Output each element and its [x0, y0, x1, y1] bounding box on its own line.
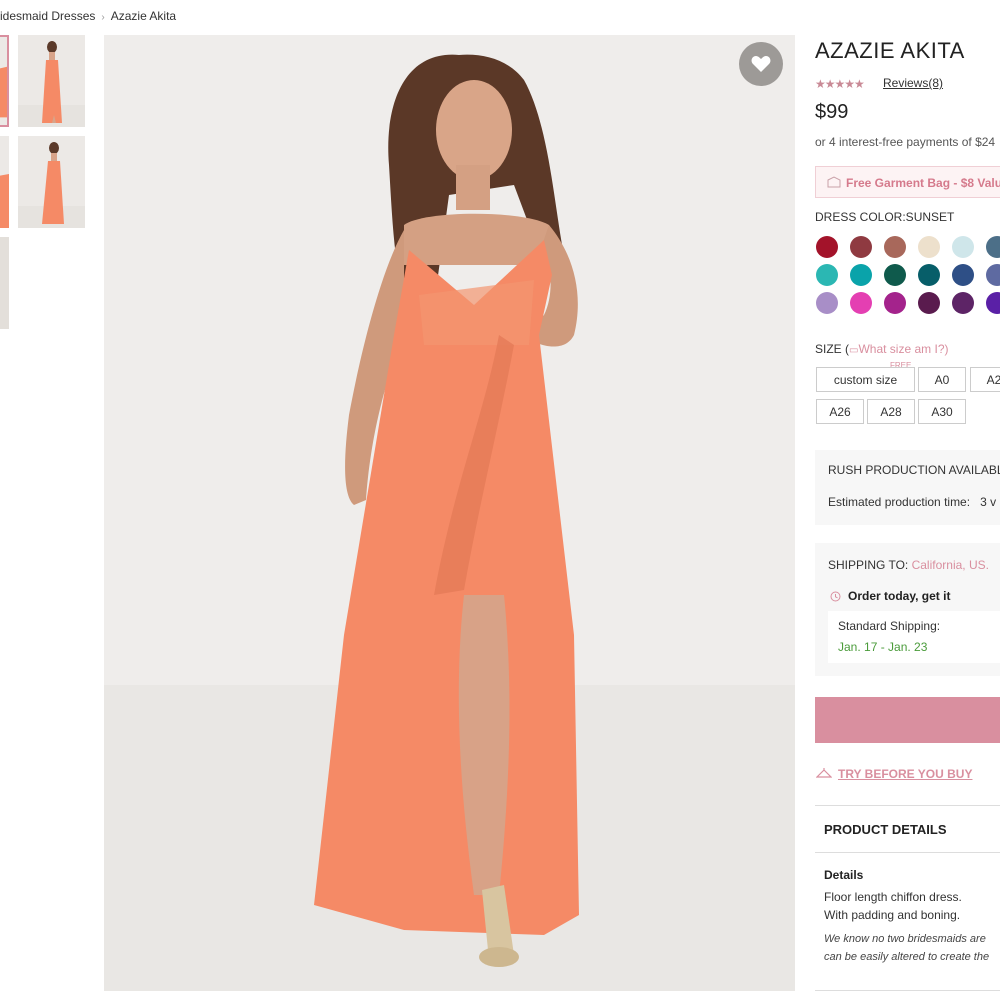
- thumbnail-1[interactable]: [0, 35, 9, 127]
- add-to-bag-button[interactable]: [815, 697, 1000, 743]
- product-price: $99: [815, 101, 849, 123]
- breadcrumb-separator-icon: ›: [101, 12, 105, 23]
- color-swatch[interactable]: [918, 236, 940, 258]
- thumbnail-2[interactable]: [18, 35, 85, 127]
- color-swatch[interactable]: [952, 292, 974, 314]
- size-option-a28[interactable]: A28: [867, 399, 915, 424]
- shipping-method: Standard Shipping:: [838, 619, 941, 633]
- promo-banner[interactable]: Free Garment Bag - $8 Valu: [815, 166, 1000, 198]
- size-option-a2[interactable]: A2: [970, 367, 1000, 392]
- size-help-link[interactable]: What size am I?): [858, 342, 948, 356]
- details-line-1: Floor length chiffon dress.: [824, 890, 962, 904]
- size-option-a0[interactable]: A0: [918, 367, 966, 392]
- hanger-icon: [816, 768, 832, 778]
- product-title: AZAZIE AKITA: [815, 38, 965, 63]
- shipping-dates: Jan. 17 - Jan. 23: [838, 640, 928, 654]
- dress-photo: [104, 35, 795, 991]
- order-today-text: Order today, get it: [848, 589, 951, 603]
- garment-bag-icon: [827, 176, 841, 188]
- clock-icon: [830, 591, 841, 602]
- main-product-image[interactable]: [104, 35, 795, 991]
- color-swatch[interactable]: [918, 264, 940, 286]
- shipping-location-link[interactable]: California, US.: [912, 558, 989, 572]
- product-info-panel: AZAZIE AKITA ★★★★★ Reviews(8) $99 or 4 i…: [815, 0, 1000, 1000]
- details-note-2: can be easily altered to create the: [824, 951, 990, 963]
- color-swatch[interactable]: [918, 292, 940, 314]
- details-line-2: With padding and boning.: [824, 908, 961, 922]
- thumbnail-4[interactable]: [18, 136, 85, 228]
- color-swatch[interactable]: [816, 292, 838, 314]
- rating-stars-icon: ★★★★★: [815, 77, 865, 91]
- color-swatch[interactable]: [816, 236, 838, 258]
- size-label: SIZE (▭What size am I?): [815, 342, 949, 356]
- thumbnail-image: [18, 35, 85, 127]
- color-swatch[interactable]: [884, 292, 906, 314]
- color-swatch[interactable]: [850, 292, 872, 314]
- reviews-link[interactable]: Reviews(8): [883, 76, 943, 90]
- production-time-value: 3 v: [980, 495, 997, 509]
- color-swatch[interactable]: [884, 236, 906, 258]
- shipping-method-card: Standard Shipping: Jan. 17 - Jan. 23: [828, 611, 1000, 663]
- rush-title: RUSH PRODUCTION AVAILABLE: [828, 463, 1000, 477]
- production-time-text: Estimated production time:: [828, 495, 971, 509]
- color-swatch[interactable]: [986, 292, 1000, 314]
- thumbnail-image: [0, 136, 9, 228]
- details-subheader: Details: [824, 868, 864, 882]
- thumbnail-image: [0, 237, 9, 329]
- thumbnail-image: [18, 136, 85, 228]
- color-swatch[interactable]: [986, 236, 1000, 258]
- favorite-button[interactable]: [739, 42, 783, 86]
- color-swatch[interactable]: [816, 264, 838, 286]
- color-swatch[interactable]: [850, 264, 872, 286]
- thumbnail-3[interactable]: [0, 136, 9, 228]
- color-swatch[interactable]: [952, 264, 974, 286]
- divider: [815, 990, 1000, 991]
- shipping-label: SHIPPING TO:: [828, 558, 909, 572]
- divider: [815, 805, 1000, 806]
- breadcrumb: ridesmaid Dresses › Azazie Akita: [0, 9, 176, 23]
- size-option-a30[interactable]: A30: [918, 399, 966, 424]
- try-before-you-buy-link[interactable]: TRY BEFORE YOU BUY: [838, 767, 972, 781]
- thumbnail-5[interactable]: [0, 237, 9, 329]
- shipping-to: SHIPPING TO: California, US.: [828, 558, 989, 572]
- rush-production-box: RUSH PRODUCTION AVAILABLE Estimated prod…: [815, 450, 1000, 525]
- breadcrumb-current: Azazie Akita: [110, 9, 177, 23]
- size-option-a26[interactable]: A26: [816, 399, 864, 424]
- color-swatch[interactable]: [884, 264, 906, 286]
- divider: [815, 852, 1000, 853]
- size-option-custom[interactable]: custom size: [816, 367, 915, 392]
- thumbnail-image: [0, 44, 7, 118]
- dress-color-label: DRESS COLOR:SUNSET: [815, 210, 955, 224]
- breadcrumb-bridesmaid-dresses[interactable]: ridesmaid Dresses: [0, 9, 95, 23]
- production-time-label: Estimated production time: 3 v: [828, 495, 996, 509]
- size-label-text: SIZE (: [815, 342, 850, 356]
- color-swatch[interactable]: [952, 236, 974, 258]
- shipping-box: SHIPPING TO: California, US. Order today…: [815, 543, 1000, 676]
- color-swatch[interactable]: [986, 264, 1000, 286]
- product-details-header[interactable]: PRODUCT DETAILS: [824, 822, 947, 837]
- heart-icon: [751, 56, 771, 72]
- installment-text: or 4 interest-free payments of $24: [815, 135, 996, 149]
- color-swatch[interactable]: [850, 236, 872, 258]
- promo-text: Free Garment Bag - $8 Valu: [846, 176, 1000, 190]
- details-note-1: We know no two bridesmaids are: [824, 933, 986, 945]
